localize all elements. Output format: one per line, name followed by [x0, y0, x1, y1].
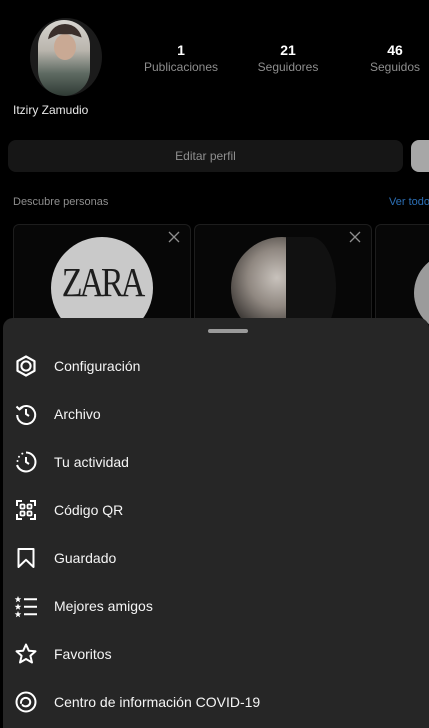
star-icon [13, 641, 39, 667]
menu-item-favorites[interactable]: Favoritos [3, 631, 429, 677]
avatar-photo [38, 20, 90, 96]
following-number: 46 [387, 42, 403, 58]
following-label: Seguidos [369, 60, 421, 74]
menu-label: Tu actividad [54, 454, 129, 470]
bookmark-icon [13, 545, 39, 571]
close-friends-icon [13, 593, 39, 619]
followers-number: 21 [280, 42, 296, 58]
sheet-drag-handle[interactable] [208, 329, 248, 333]
covid-info-icon [13, 689, 39, 715]
menu-label: Configuración [54, 358, 141, 374]
close-icon[interactable] [348, 230, 362, 244]
menu-item-saved[interactable]: Guardado [3, 535, 429, 581]
posts-count[interactable]: 1 Publicaciones [135, 41, 227, 75]
edit-profile-button[interactable]: Editar perfil [8, 140, 403, 172]
posts-label: Publicaciones [143, 60, 219, 74]
profile-header: Itziry Zamudio 1 Publicaciones 21 Seguid… [0, 0, 429, 335]
menu-label: Código QR [54, 502, 124, 518]
menu-label: Mejores amigos [54, 598, 153, 614]
menu-label: Centro de información COVID-19 [54, 694, 261, 710]
activity-icon [13, 449, 39, 475]
followers-count[interactable]: 21 Seguidores [250, 41, 326, 75]
menu-label: Guardado [54, 550, 117, 566]
following-count[interactable]: 46 Seguidos [360, 41, 429, 75]
avatar[interactable] [30, 18, 102, 96]
see-all-link[interactable]: Ver todo [389, 196, 429, 208]
menu-item-covid-info[interactable]: Centro de información COVID-19 [3, 679, 429, 725]
menu-item-close-friends[interactable]: Mejores amigos [3, 583, 429, 629]
close-icon[interactable] [167, 230, 181, 244]
menu-item-activity[interactable]: Tu actividad [3, 439, 429, 485]
posts-number: 1 [177, 42, 185, 58]
menu-item-qr-code[interactable]: Código QR [3, 487, 429, 533]
discover-people-title: Descubre personas [13, 196, 109, 208]
zara-logo-text: ZARA [61, 261, 146, 306]
qr-code-icon [13, 497, 39, 523]
menu-label: Favoritos [54, 646, 112, 662]
menu-item-archive[interactable]: Archivo [3, 391, 429, 437]
options-bottom-sheet: Configuración Archivo Tu actividad Códig… [3, 318, 429, 728]
menu-item-settings[interactable]: Configuración [3, 343, 429, 389]
menu-label: Archivo [54, 406, 101, 422]
username: Itziry Zamudio [13, 103, 89, 117]
settings-icon [13, 353, 39, 379]
archive-icon [13, 401, 39, 427]
discover-people-toggle-button[interactable] [411, 140, 429, 172]
followers-label: Seguidores [257, 60, 319, 74]
